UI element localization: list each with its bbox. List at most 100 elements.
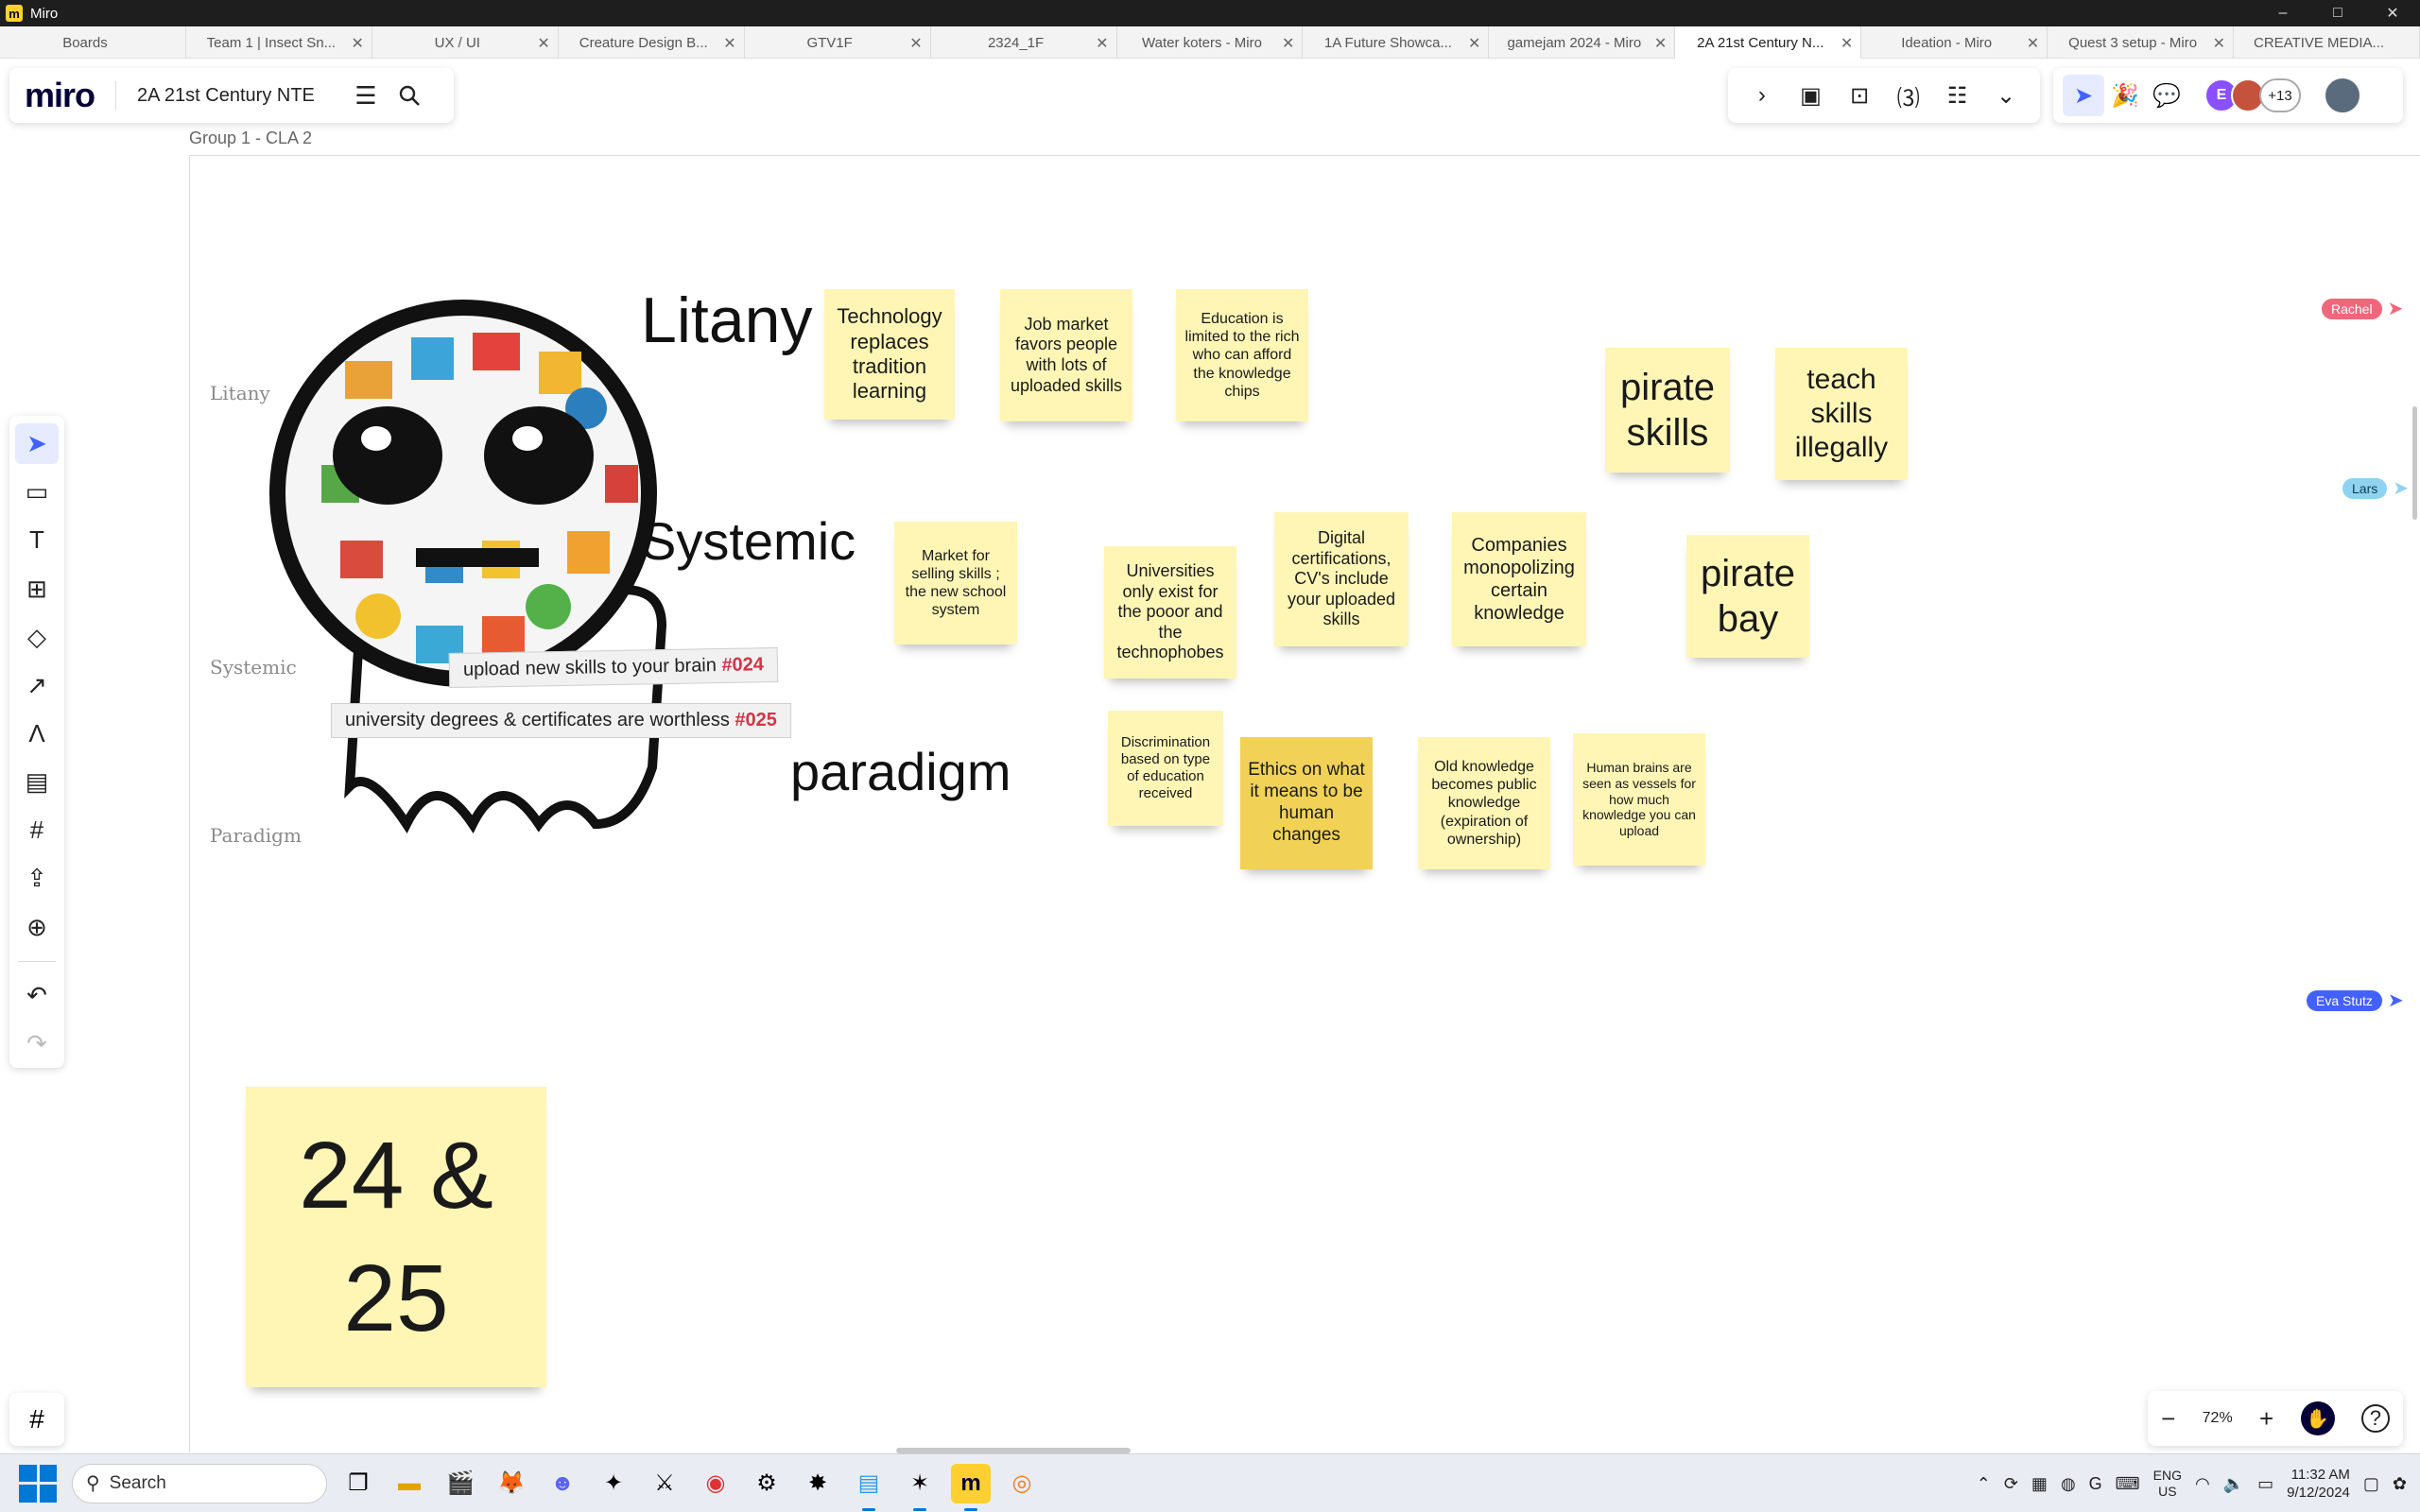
robot-app-icon[interactable]: ⚙ xyxy=(747,1464,786,1503)
battery-icon[interactable]: ▭ xyxy=(2257,1474,2273,1494)
select-tool-icon[interactable]: ➤ xyxy=(15,423,59,465)
taskbar-search[interactable]: ⚲ Search xyxy=(72,1463,327,1503)
sticky-note[interactable]: Market for selling skills ; the new scho… xyxy=(894,522,1017,644)
present-icon[interactable]: ▣ xyxy=(1789,75,1831,116)
copilot-icon[interactable]: ✿ xyxy=(2393,1474,2407,1494)
more-apps-icon[interactable]: ⊕ xyxy=(15,907,59,948)
discord-icon[interactable]: ☻ xyxy=(543,1464,582,1503)
close-icon[interactable]: ✕ xyxy=(723,34,735,53)
heading-litany[interactable]: Litany xyxy=(641,284,812,357)
close-icon[interactable]: ✕ xyxy=(909,34,922,53)
sticky-note[interactable]: Job market favors people with lots of up… xyxy=(1000,289,1132,421)
red-app-icon[interactable]: ◉ xyxy=(696,1464,735,1503)
zoom-out-button[interactable]: − xyxy=(2161,1404,2175,1434)
task-view-icon[interactable]: ❐ xyxy=(338,1464,378,1503)
sticky-note[interactable]: pirate skills xyxy=(1605,348,1730,472)
focus-icon[interactable]: ⊡ xyxy=(1839,75,1880,116)
clock[interactable]: 11:32 AM 9/12/2024 xyxy=(2287,1466,2350,1503)
frame-tool-icon[interactable]: # xyxy=(15,810,59,850)
board-name[interactable]: 2A 21st Century NTE xyxy=(137,85,315,107)
clapper-app-icon[interactable]: 🎬 xyxy=(441,1464,480,1503)
tab-2a-21st-century[interactable]: 2A 21st Century N... ✕ xyxy=(1675,26,1862,59)
shapes-tool-icon[interactable]: ◇ xyxy=(15,617,59,658)
search-icon[interactable] xyxy=(390,77,428,114)
chevron-right-icon[interactable]: › xyxy=(1741,75,1783,116)
file-explorer-icon[interactable]: ▬ xyxy=(389,1464,429,1503)
close-icon[interactable]: ✕ xyxy=(351,34,363,53)
sticky-note[interactable]: teach skills illegally xyxy=(1775,348,1908,480)
more-collaborators-badge[interactable]: +13 xyxy=(2259,78,2301,112)
close-icon[interactable]: ✕ xyxy=(1654,34,1667,53)
tray-app-icon[interactable]: ▦ xyxy=(2031,1474,2048,1494)
cursor-select-icon[interactable]: ➤ xyxy=(2063,75,2104,116)
sticky-note[interactable]: Universities only exist for the pooor an… xyxy=(1104,546,1236,679)
redo-icon[interactable]: ↷ xyxy=(15,1023,59,1064)
help-button[interactable]: ? xyxy=(2360,1404,2390,1433)
sticky-note[interactable]: Ethics on what it means to be human chan… xyxy=(1240,737,1373,869)
tab-creative-media[interactable]: CREATIVE MEDIA... xyxy=(2234,26,2420,59)
close-icon[interactable]: ✕ xyxy=(1468,34,1480,53)
user-profile-avatar[interactable] xyxy=(2324,77,2361,114)
sticky-note[interactable]: pirate bay xyxy=(1686,535,1809,658)
sync-icon[interactable]: ⟳ xyxy=(2004,1474,2018,1494)
tab-1a-future[interactable]: 1A Future Showca... ✕ xyxy=(1303,26,1490,59)
close-icon[interactable]: ✕ xyxy=(2027,34,2039,53)
chevron-double-down-icon[interactable]: ⌄ xyxy=(1985,75,2027,116)
maximize-button[interactable]: □ xyxy=(2310,0,2365,26)
sticky-note[interactable]: Digital certifications, CV's include you… xyxy=(1274,512,1409,646)
heading-systemic[interactable]: Systemic xyxy=(641,510,856,572)
connection-line-tool-icon[interactable]: ↗ xyxy=(15,665,59,706)
sticky-note-large[interactable]: 24 & 25 xyxy=(246,1087,546,1387)
templates-tool-icon[interactable]: ⊞ xyxy=(15,568,59,609)
miro-taskbar-icon[interactable]: m xyxy=(951,1463,991,1511)
wifi-icon[interactable]: ◠ xyxy=(2195,1474,2210,1494)
reaction-icon[interactable]: 🎉 xyxy=(2104,75,2146,116)
comments-icon[interactable]: 💬 xyxy=(2146,75,2187,116)
google-icon[interactable]: G xyxy=(2089,1474,2102,1494)
tab-boards[interactable]: Boards xyxy=(0,26,186,59)
sticky-note[interactable]: Discrimination based on type of educatio… xyxy=(1108,711,1223,826)
undo-icon[interactable]: ↶ xyxy=(15,975,59,1016)
steam-icon[interactable]: ◍ xyxy=(2061,1474,2076,1494)
tab-team1[interactable]: Team 1 | Insect Sn... ✕ xyxy=(186,26,372,59)
miro-logo[interactable]: miro xyxy=(25,76,95,115)
close-icon[interactable]: ✕ xyxy=(537,34,549,53)
close-icon[interactable]: ✕ xyxy=(1841,34,1853,53)
menu-icon[interactable]: ☰ xyxy=(347,77,385,114)
comment-tool-icon[interactable]: ▤ xyxy=(15,762,59,802)
minimize-button[interactable]: – xyxy=(2256,0,2310,26)
volume-icon[interactable]: 🔈 xyxy=(2223,1474,2244,1494)
game-app-icon[interactable]: ✦ xyxy=(594,1464,633,1503)
zoom-level[interactable]: 72% xyxy=(2203,1410,2233,1427)
tab-gamejam[interactable]: gamejam 2024 - Miro ✕ xyxy=(1489,26,1676,59)
hand-tool-icon[interactable]: ✋ xyxy=(2300,1401,2335,1435)
tab-2324-1f[interactable]: 2324_1F ✕ xyxy=(931,26,1117,59)
game-app-icon-2[interactable]: ⚔ xyxy=(645,1464,684,1503)
sticky-note[interactable]: Human brains are seen as vessels for how… xyxy=(1573,733,1705,866)
tab-creature-design[interactable]: Creature Design B... ✕ xyxy=(559,26,745,59)
start-button-icon[interactable] xyxy=(19,1464,57,1503)
text-tool-icon[interactable]: T xyxy=(15,520,59,560)
close-window-button[interactable]: ✕ xyxy=(2365,0,2420,26)
sticky-note[interactable]: Companies monopolizing certain knowledge xyxy=(1452,512,1586,646)
frame-title[interactable]: Group 1 - CLA 2 xyxy=(189,129,312,148)
sticky-note[interactable]: Education is limited to the rich who can… xyxy=(1176,289,1308,421)
bug-app-icon[interactable]: ✸ xyxy=(798,1464,838,1503)
notes-icon[interactable]: ☷ xyxy=(1936,75,1978,116)
vertical-scrollbar[interactable] xyxy=(2412,406,2417,520)
tab-gtv1f[interactable]: GTV1F ✕ xyxy=(745,26,931,59)
close-icon[interactable]: ✕ xyxy=(2213,34,2225,53)
close-icon[interactable]: ✕ xyxy=(1096,34,1108,53)
zoom-in-button[interactable]: + xyxy=(2259,1404,2273,1434)
frames-panel-icon[interactable]: # xyxy=(9,1393,64,1446)
sticky-note[interactable]: Technology replaces tradition learning xyxy=(824,289,955,420)
blender-icon[interactable]: ◎ xyxy=(1002,1464,1042,1503)
tab-ideation[interactable]: Ideation - Miro ✕ xyxy=(1861,26,2048,59)
sticky-note[interactable]: Old knowledge becomes public knowledge (… xyxy=(1418,737,1550,869)
firefox-icon[interactable]: 🦊 xyxy=(492,1464,531,1503)
tab-quest3[interactable]: Quest 3 setup - Miro ✕ xyxy=(2048,26,2235,59)
board-canvas[interactable]: Group 1 - CLA 2 Litany Systemic Paradigm xyxy=(0,59,2420,1452)
heading-paradigm[interactable]: paradigm xyxy=(790,741,1011,802)
tab-ux-ui[interactable]: UX / UI ✕ xyxy=(372,26,559,59)
tab-water-koters[interactable]: Water koters - Miro ✕ xyxy=(1117,26,1304,59)
